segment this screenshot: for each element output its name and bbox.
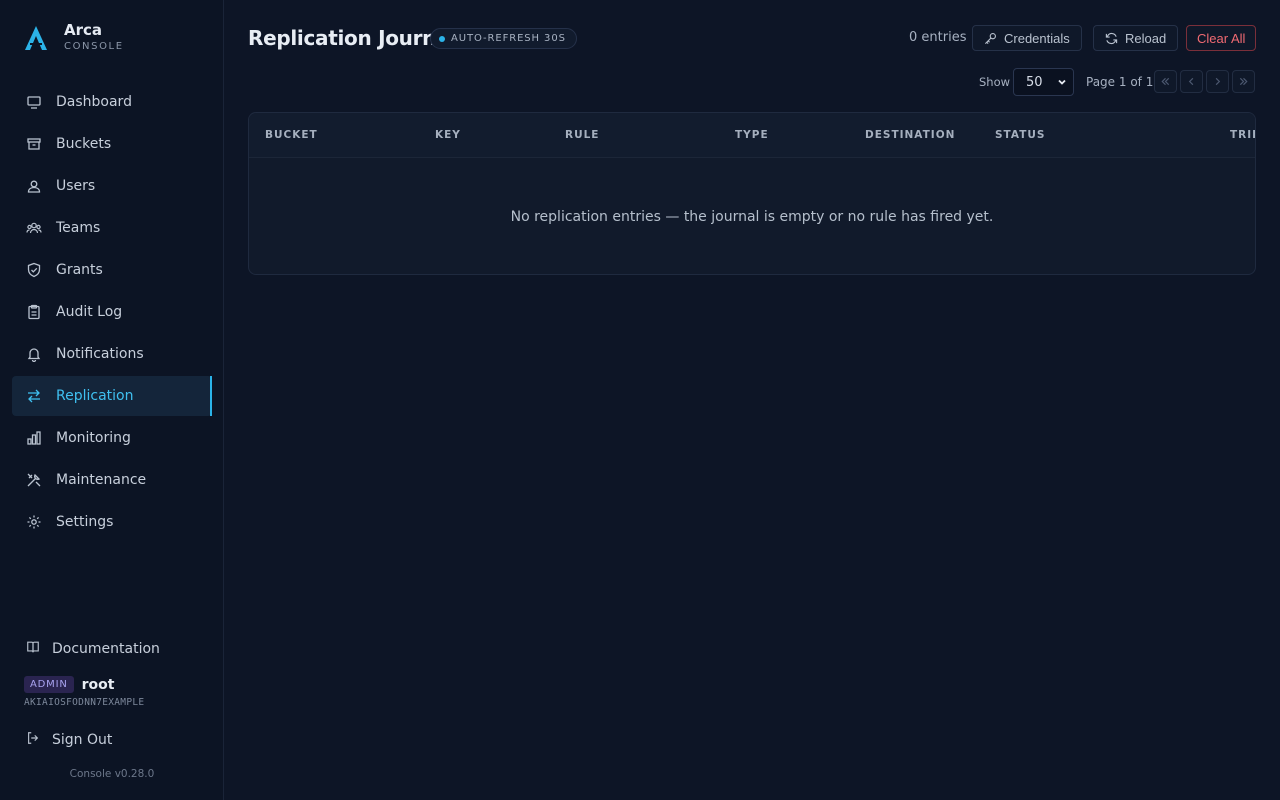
- sign-out-button[interactable]: Sign Out: [0, 722, 224, 758]
- sidebar-item-users[interactable]: Users: [12, 166, 212, 206]
- chevrons-right-icon: [1239, 77, 1248, 86]
- sidebar-item-label: Grants: [56, 262, 103, 278]
- version-label: Console v0.28.0: [69, 768, 155, 780]
- chevron-down-icon: [1058, 79, 1066, 85]
- sidebar-item-label: Monitoring: [56, 430, 131, 446]
- page-title: Replication Journal: [248, 26, 456, 50]
- sidebar-item-label: Teams: [56, 220, 101, 236]
- column-header-destination[interactable]: DESTINATION: [865, 129, 955, 141]
- sidebar-item-label: Notifications: [56, 346, 144, 362]
- shield-icon: [26, 262, 42, 278]
- gear-icon: [26, 514, 42, 530]
- first-page-button[interactable]: [1154, 70, 1177, 93]
- bar-chart-icon: [26, 430, 42, 446]
- team-icon: [26, 220, 42, 236]
- prev-page-button[interactable]: [1180, 70, 1203, 93]
- chevrons-left-icon: [1161, 77, 1170, 86]
- role-badge: ADMIN: [24, 676, 74, 693]
- clear-all-button[interactable]: Clear All: [1186, 25, 1257, 51]
- sidebar-item-dashboard[interactable]: Dashboard: [12, 82, 212, 122]
- credentials-label: Credentials: [1004, 30, 1070, 46]
- sidebar-item-teams[interactable]: Teams: [12, 208, 212, 248]
- key-icon: [984, 32, 996, 44]
- column-header-rule[interactable]: RULE: [565, 129, 599, 141]
- main-content: Replication Journal AUTO-REFRESH 30S 0 e…: [224, 0, 1280, 800]
- page-size-value: 50: [1026, 74, 1043, 90]
- column-header-bucket[interactable]: BUCKET: [265, 129, 318, 141]
- clipboard-icon: [26, 304, 42, 320]
- live-dot-icon: [439, 35, 445, 42]
- auto-refresh-label: AUTO-REFRESH 30S: [451, 33, 566, 44]
- credentials-button[interactable]: Credentials: [972, 25, 1082, 51]
- last-page-button[interactable]: [1232, 70, 1255, 93]
- sidebar-item-label: Audit Log: [56, 304, 123, 320]
- sidebar-footer: Documentation ADMIN root AKIAIOSFODNN7EX…: [0, 630, 224, 780]
- column-header-status[interactable]: STATUS: [995, 129, 1045, 141]
- monitor-icon: [26, 94, 42, 110]
- reload-label: Reload: [1125, 30, 1167, 46]
- sidebar-item-maintenance[interactable]: Maintenance: [12, 460, 212, 500]
- column-header-tries[interactable]: TRIES: [1230, 129, 1255, 141]
- brand[interactable]: Arca CONSOLE: [22, 20, 124, 54]
- page-size-select[interactable]: 50: [1013, 68, 1074, 96]
- column-header-type[interactable]: TYPE: [735, 129, 769, 141]
- sidebar-item-settings[interactable]: Settings: [12, 502, 212, 542]
- auto-refresh-badge: AUTO-REFRESH 30S: [430, 28, 577, 49]
- sidebar-item-label: Buckets: [56, 136, 112, 152]
- sidebar-item-label: Users: [56, 178, 96, 194]
- sidebar-item-notifications[interactable]: Notifications: [12, 334, 212, 374]
- sidebar-item-grants[interactable]: Grants: [12, 250, 212, 290]
- reload-button[interactable]: Reload: [1093, 25, 1179, 51]
- sidebar-nav: Dashboard Buckets Users Teams Grants Aud…: [12, 82, 212, 544]
- page-size-label: Show: [979, 75, 1011, 89]
- arca-logo-icon: [25, 26, 47, 50]
- sidebar-item-replication[interactable]: Replication: [12, 376, 212, 416]
- refresh-icon: [1105, 32, 1118, 44]
- entry-count: 0 entries: [909, 30, 967, 45]
- sidebar-item-audit-log[interactable]: Audit Log: [12, 292, 212, 332]
- user-icon: [26, 178, 42, 194]
- sign-out-icon: [26, 731, 40, 749]
- brand-name: Arca: [64, 21, 103, 39]
- bell-icon: [26, 346, 42, 362]
- chevron-right-icon: [1215, 77, 1221, 86]
- sidebar-item-buckets[interactable]: Buckets: [12, 124, 212, 164]
- tools-icon: [26, 472, 42, 488]
- sidebar-item-label: Settings: [56, 514, 114, 530]
- chevron-left-icon: [1188, 77, 1194, 86]
- documentation-label: Documentation: [52, 641, 160, 657]
- book-icon: [26, 640, 40, 658]
- sidebar-item-label: Replication: [56, 388, 134, 404]
- replication-table: BUCKET KEY RULE TYPE DESTINATION STATUS …: [248, 112, 1256, 275]
- column-header-key[interactable]: KEY: [435, 129, 461, 141]
- documentation-link[interactable]: Documentation: [0, 630, 224, 668]
- next-page-button[interactable]: [1206, 70, 1229, 93]
- arrows-swap-icon: [26, 388, 42, 404]
- page-info: Page 1 of 1: [1086, 75, 1154, 89]
- sidebar-item-label: Dashboard: [56, 94, 132, 110]
- access-key: AKIAIOSFODNN7EXAMPLE: [24, 697, 145, 708]
- sidebar-item-label: Maintenance: [56, 472, 147, 488]
- empty-state-message: No replication entries — the journal is …: [510, 209, 994, 225]
- sidebar-item-monitoring[interactable]: Monitoring: [12, 418, 212, 458]
- table-header: BUCKET KEY RULE TYPE DESTINATION STATUS …: [249, 113, 1255, 158]
- user-name: root: [81, 676, 115, 693]
- brand-subtitle: CONSOLE: [64, 41, 124, 52]
- sign-out-label: Sign Out: [52, 732, 113, 748]
- user-info: ADMIN root: [0, 676, 224, 693]
- sidebar: Arca CONSOLE Dashboard Buckets Users Tea…: [0, 0, 224, 800]
- archive-box-icon: [26, 136, 42, 152]
